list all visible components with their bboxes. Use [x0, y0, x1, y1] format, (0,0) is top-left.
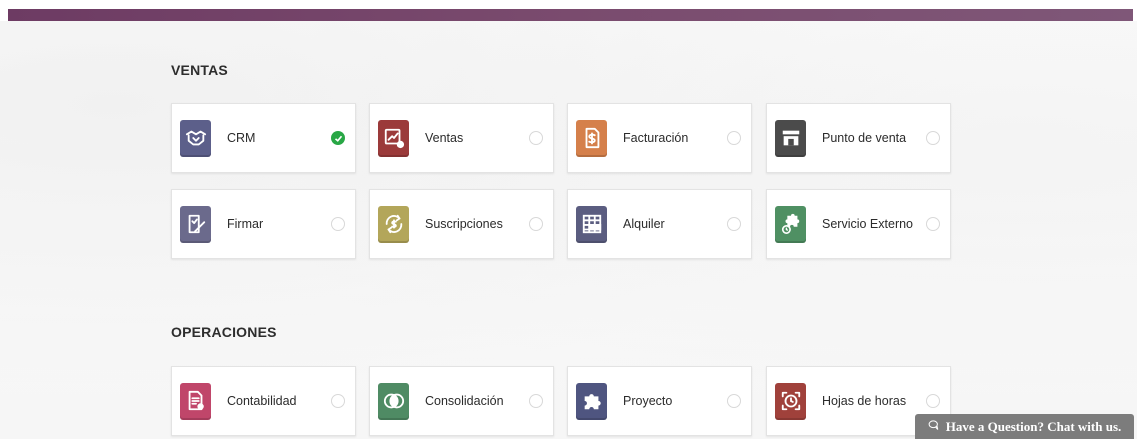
- app-label: Consolidación: [425, 394, 504, 408]
- install-radio[interactable]: [727, 131, 741, 145]
- install-radio[interactable]: [529, 394, 543, 408]
- app-label: Ventas: [425, 131, 464, 145]
- handshake-icon: [180, 119, 211, 157]
- app-card-facturacion[interactable]: Facturación: [567, 103, 752, 173]
- app-card-firmar[interactable]: Firmar: [171, 189, 356, 259]
- app-card-servicio-externo[interactable]: Servicio Externo: [766, 189, 951, 259]
- app-label: CRM: [227, 131, 256, 145]
- app-card-proyecto[interactable]: Proyecto: [567, 366, 752, 436]
- install-radio[interactable]: [727, 394, 741, 408]
- installed-check-icon: [331, 131, 345, 145]
- install-radio[interactable]: [529, 131, 543, 145]
- section-title-operaciones: OPERACIONES: [171, 324, 277, 340]
- app-label: Alquiler: [623, 217, 665, 231]
- timer-icon: [775, 382, 806, 420]
- app-card-alquiler[interactable]: Alquiler: [567, 189, 752, 259]
- install-radio[interactable]: [529, 217, 543, 231]
- chart-up-icon: [378, 119, 409, 157]
- calendar-grid-icon: [576, 205, 607, 243]
- section-title-ventas: VENTAS: [171, 62, 228, 78]
- app-label: Facturación: [623, 131, 689, 145]
- store-icon: [775, 119, 806, 157]
- install-radio[interactable]: [926, 394, 940, 408]
- top-brand-bar: [8, 9, 1133, 21]
- overlap-circles-icon: [378, 382, 409, 420]
- install-radio[interactable]: [926, 217, 940, 231]
- app-label: Suscripciones: [425, 217, 503, 231]
- install-radio[interactable]: [727, 217, 741, 231]
- chat-bubble-icon: [928, 419, 940, 435]
- app-card-ventas[interactable]: Ventas: [369, 103, 554, 173]
- app-label: Servicio Externo: [822, 217, 914, 231]
- puzzle-clock-icon: [775, 205, 806, 243]
- app-label: Contabilidad: [227, 394, 297, 408]
- subscription-icon: [378, 205, 409, 243]
- app-label: Firmar: [227, 217, 264, 231]
- app-card-consolidacion[interactable]: Consolidación: [369, 366, 554, 436]
- puzzle-icon: [576, 382, 607, 420]
- app-label: Punto de venta: [822, 131, 907, 145]
- chat-label: Have a Question? Chat with us.: [945, 418, 1122, 434]
- app-card-punto-venta[interactable]: Punto de venta: [766, 103, 951, 173]
- app-label: Hojas de horas: [822, 394, 907, 408]
- install-radio[interactable]: [926, 131, 940, 145]
- accounting-doc-icon: [180, 382, 211, 420]
- app-card-crm[interactable]: CRM: [171, 103, 356, 173]
- install-radio[interactable]: [331, 394, 345, 408]
- invoice-icon: [576, 119, 607, 157]
- app-card-suscripciones[interactable]: Suscripciones: [369, 189, 554, 259]
- app-card-contabilidad[interactable]: Contabilidad: [171, 366, 356, 436]
- sign-document-icon: [180, 205, 211, 243]
- chat-button[interactable]: Have a Question? Chat with us.: [915, 414, 1134, 439]
- install-radio[interactable]: [331, 217, 345, 231]
- app-label: Proyecto: [623, 394, 673, 408]
